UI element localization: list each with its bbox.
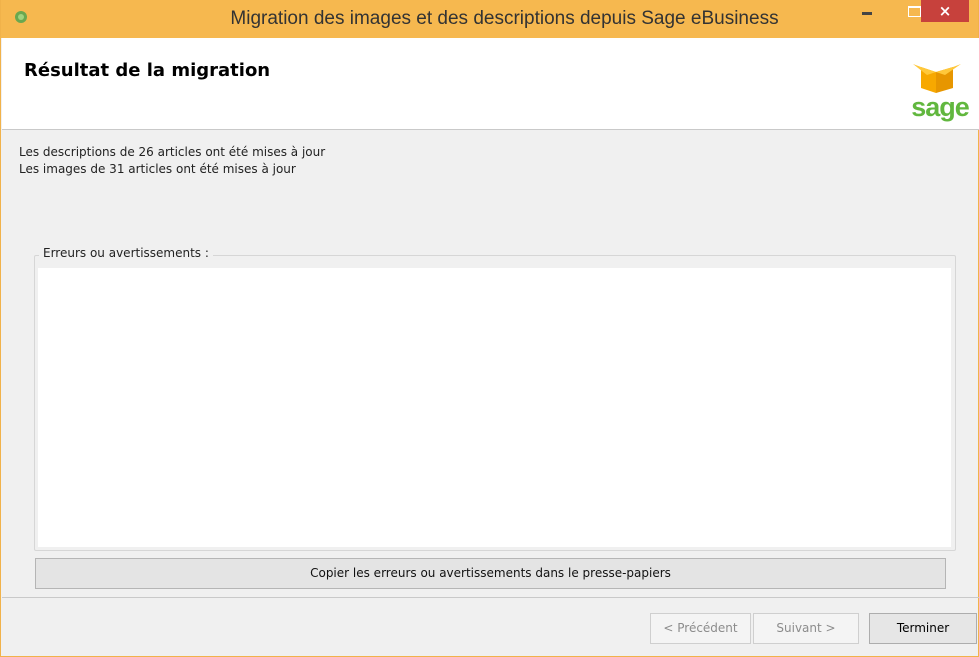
status-message-descriptions: Les descriptions de 26 articles ont été …	[19, 145, 326, 159]
minimize-button[interactable]	[851, 0, 885, 22]
next-button[interactable]: Suivant >	[753, 613, 859, 644]
sage-logo: sage	[909, 63, 971, 131]
sage-logo-text: sage	[911, 92, 970, 122]
page-title: Résultat de la migration	[24, 60, 271, 81]
previous-button[interactable]: < Précédent	[650, 613, 751, 644]
window-title: Migration des images et des descriptions…	[230, 8, 779, 29]
close-button[interactable]: ×	[921, 0, 969, 22]
title-bar[interactable]: Migration des images et des descriptions…	[1, 0, 978, 38]
sage-box-icon	[913, 64, 961, 93]
finish-button[interactable]: Terminer	[869, 613, 977, 644]
errors-group-label: Erreurs ou avertissements :	[39, 246, 213, 260]
copy-errors-button[interactable]: Copier les erreurs ou avertissements dan…	[35, 558, 946, 589]
status-message-images: Les images de 31 articles ont été mises …	[19, 162, 296, 176]
footer-divider	[2, 597, 979, 598]
wizard-window: Migration des images et des descriptions…	[0, 0, 979, 657]
errors-text-area[interactable]	[38, 268, 951, 547]
wizard-header: Résultat de la migration sage	[2, 38, 979, 130]
